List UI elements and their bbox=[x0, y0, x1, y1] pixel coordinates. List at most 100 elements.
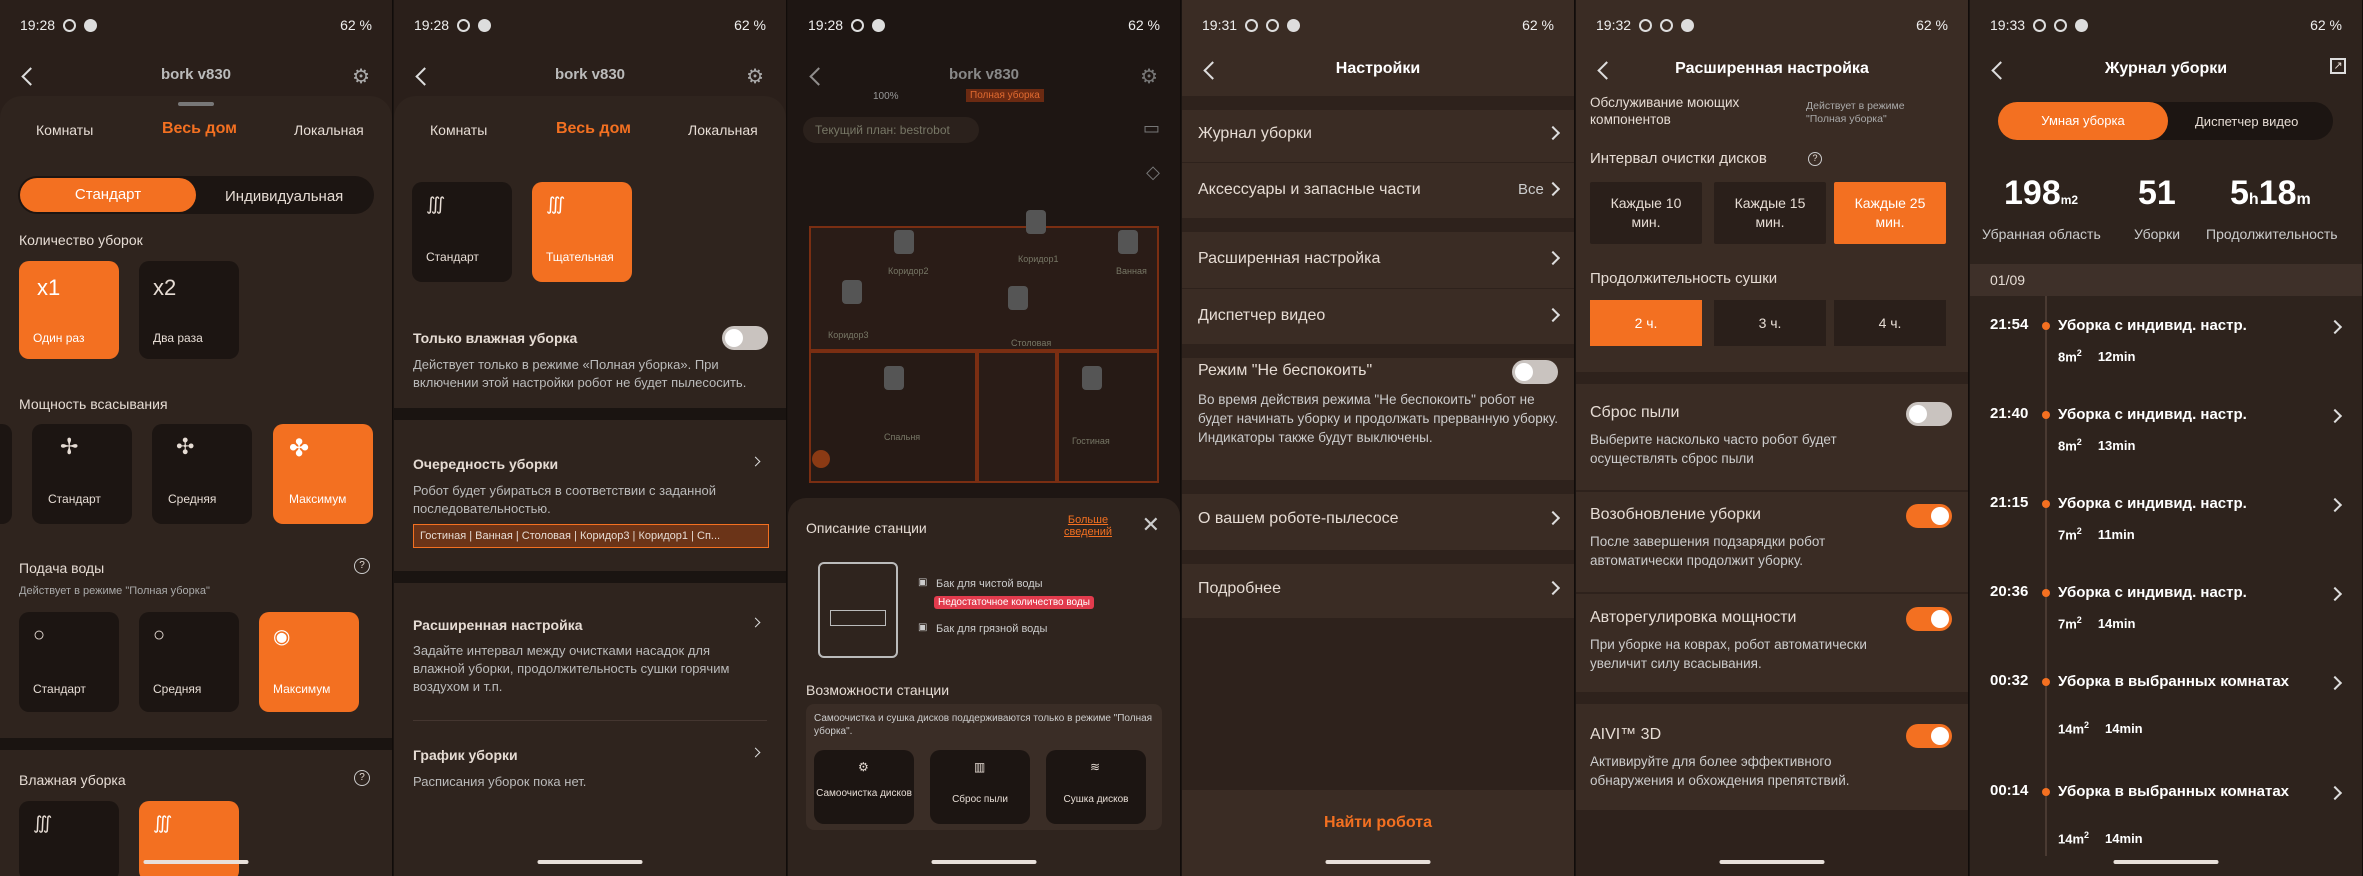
tab-local[interactable]: Локальная bbox=[294, 122, 364, 138]
mode-standard-button[interactable]: Стандарт bbox=[20, 178, 196, 212]
tab-rooms[interactable]: Комнаты bbox=[36, 122, 93, 138]
robot-title: bork v830 bbox=[554, 66, 626, 83]
schedule-desc: Расписания уборок пока нет. bbox=[413, 774, 587, 789]
water-max-button[interactable]: ◉ Максимум bbox=[259, 612, 359, 712]
find-robot-button[interactable]: Найти робота bbox=[1182, 814, 1574, 832]
gear-icon[interactable]: ⚙ bbox=[352, 64, 370, 89]
power-quiet-button[interactable] bbox=[0, 424, 12, 524]
count-twice-button[interactable]: x2 Два раза bbox=[139, 261, 239, 359]
status-bar: 19:32 62 % bbox=[1596, 17, 1948, 33]
aivi-title: AIVI™ 3D bbox=[1590, 726, 1662, 743]
tab-whole-house[interactable]: Весь дом bbox=[556, 120, 631, 138]
chevron-right-icon bbox=[1545, 250, 1561, 266]
dnd-toggle[interactable] bbox=[1512, 360, 1558, 384]
tab-rooms[interactable]: Комнаты bbox=[430, 122, 487, 138]
export-icon[interactable]: ↗ bbox=[2330, 58, 2346, 74]
log-entry[interactable]: 21:40 Уборка с индивид. настр. 8m2 13min bbox=[1970, 401, 2362, 481]
tab-whole-house[interactable]: Весь дом bbox=[162, 120, 237, 138]
wet-standard-button[interactable]: ∭ Стандарт bbox=[412, 182, 512, 282]
status-bar: 19:28 62 % bbox=[0, 0, 392, 50]
auto-power-title: Авторегулировка мощности bbox=[1590, 609, 1797, 626]
wet-thorough-button[interactable]: ∭ bbox=[139, 801, 239, 876]
interval-10-button[interactable]: Каждые 10 мин. bbox=[1590, 182, 1702, 244]
order-title[interactable]: Очередность уборки bbox=[413, 456, 558, 472]
power-standard-button[interactable]: ✢ Стандарт bbox=[32, 424, 132, 524]
drop-icon: ○ bbox=[153, 624, 166, 646]
log-entry[interactable]: 20:36 Уборка с индивид. настр. 7m2 14min bbox=[1970, 579, 2362, 659]
dry-3h-button[interactable]: 3 ч. bbox=[1714, 300, 1826, 346]
clean-tank-label: Бак для чистой воды bbox=[936, 578, 1043, 590]
dry-2h-button[interactable]: 2 ч. bbox=[1590, 300, 1702, 346]
help-icon[interactable]: ? bbox=[354, 558, 370, 574]
only-wet-title: Только влажная уборка bbox=[413, 330, 578, 346]
self-clean-button[interactable]: ⚙ Самоочистка дисков bbox=[814, 750, 914, 824]
dust-drop-button[interactable]: ▥ Сброс пыли bbox=[930, 750, 1030, 824]
chevron-right-icon bbox=[2327, 497, 2343, 513]
advanced-title[interactable]: Расширенная настройка bbox=[413, 617, 582, 633]
log-entry[interactable]: 00:32 Уборка в выбранных комнатах 14m2 14mi… bbox=[1970, 668, 2362, 748]
tab-local[interactable]: Локальная bbox=[688, 122, 758, 138]
menu-video[interactable]: Диспетчер видео bbox=[1198, 307, 1325, 325]
dry-discs-button[interactable]: ≋ Сушка дисков bbox=[1046, 750, 1146, 824]
auto-power-toggle[interactable] bbox=[1906, 607, 1952, 631]
area-value: 198m2 bbox=[2004, 174, 2079, 212]
power-label: Мощность всасывания bbox=[19, 396, 168, 412]
entry-time: 00:32 bbox=[1990, 672, 2029, 689]
dry-4h-button[interactable]: 4 ч. bbox=[1834, 300, 1946, 346]
interval-15-button[interactable]: Каждые 15 мин. bbox=[1714, 182, 1826, 244]
tab-smart-cleaning[interactable]: Умная уборка bbox=[1998, 102, 2168, 140]
interval-25-button[interactable]: Каждые 25 мин. bbox=[1834, 182, 1946, 244]
trash-icon: ▥ bbox=[974, 760, 986, 774]
water-standard-button[interactable]: ○ Стандарт bbox=[19, 612, 119, 712]
map-pin-icon bbox=[1026, 210, 1046, 234]
dry-label: Продолжительность сушки bbox=[1590, 270, 1778, 287]
home-indicator bbox=[2113, 860, 2219, 864]
tab-video-manager[interactable]: Диспетчер видео bbox=[2195, 114, 2298, 129]
help-icon[interactable]: ? bbox=[1808, 152, 1822, 166]
home-indicator bbox=[931, 860, 1037, 864]
resume-toggle[interactable] bbox=[1906, 504, 1952, 528]
aivi-toggle[interactable] bbox=[1906, 724, 1952, 748]
service-title: Обслуживание моющих компонентов bbox=[1590, 95, 1740, 127]
schedule-title[interactable]: График уборки bbox=[413, 747, 518, 763]
service-note: Действует в режиме "Полная уборка" bbox=[1806, 100, 1905, 125]
power-medium-button[interactable]: ✣ Средняя bbox=[152, 424, 252, 524]
menu-about[interactable]: О вашем роботе-пылесосе bbox=[1198, 510, 1399, 528]
map-pin-icon bbox=[884, 366, 904, 390]
close-icon[interactable]: ✕ bbox=[1142, 512, 1160, 538]
power-max-button[interactable]: ✤ Максимум bbox=[273, 424, 373, 524]
status-bar: 19:31 62 % bbox=[1202, 17, 1554, 33]
log-entry[interactable]: 21:15 Уборка с индивид. настр. 7m2 11min bbox=[1970, 490, 2362, 570]
floor-map[interactable]: Коридор2 Коридор1 Ванная Коридор3 Столов… bbox=[798, 210, 1168, 488]
entry-stats: 8m2 12min bbox=[2058, 348, 2136, 365]
wet-thorough-button[interactable]: ∭ Тщательная bbox=[532, 182, 632, 282]
layers-icon[interactable]: ◇ bbox=[1146, 162, 1160, 183]
menu-advanced[interactable]: Расширенная настройка bbox=[1198, 250, 1380, 268]
camera-icon[interactable]: ▭ bbox=[1143, 118, 1160, 139]
menu-journal[interactable]: Журнал уборки bbox=[1198, 125, 1312, 143]
only-wet-desc: Действует только в режиме «Полная уборка… bbox=[413, 357, 747, 390]
water-medium-button[interactable]: ○ Средняя bbox=[139, 612, 239, 712]
chevron-right-icon bbox=[2327, 586, 2343, 602]
wet-standard-button[interactable]: ∭ bbox=[19, 801, 119, 876]
help-icon[interactable]: ? bbox=[354, 770, 370, 786]
only-wet-toggle[interactable] bbox=[722, 326, 768, 350]
gear-icon[interactable]: ⚙ bbox=[1140, 64, 1158, 89]
dust-toggle[interactable] bbox=[1906, 402, 1952, 426]
log-entry[interactable]: 21:54 Уборка с индивид. настр. 8m2 12min bbox=[1970, 312, 2362, 392]
entry-stats: 7m2 11min bbox=[2058, 526, 2135, 543]
dust-desc: Выберите насколько часто робот будет осу… bbox=[1590, 432, 1837, 466]
interval-label: Интервал очистки дисков bbox=[1590, 150, 1767, 167]
more-info-link[interactable]: Больше сведений bbox=[1058, 514, 1118, 538]
entry-title: Уборка с индивид. настр. bbox=[2058, 406, 2247, 423]
gear-icon[interactable]: ⚙ bbox=[746, 64, 764, 89]
mode-individual-button[interactable]: Индивидуальная bbox=[225, 188, 343, 205]
mop-icon: ∭ bbox=[33, 813, 53, 833]
log-entry[interactable]: 00:14 Уборка в выбранных комнатах 14m2 14mi… bbox=[1970, 778, 2362, 858]
menu-accessories[interactable]: Аксессуары и запасные части bbox=[1198, 181, 1421, 199]
menu-more[interactable]: Подробнее bbox=[1198, 580, 1281, 598]
count-once-button[interactable]: x1 Один раз bbox=[19, 261, 119, 359]
count-label: Уборки bbox=[2134, 226, 2181, 242]
status-bar: 19:33 62 % bbox=[1990, 17, 2342, 33]
mode-badge: Полная уборка bbox=[966, 89, 1044, 102]
